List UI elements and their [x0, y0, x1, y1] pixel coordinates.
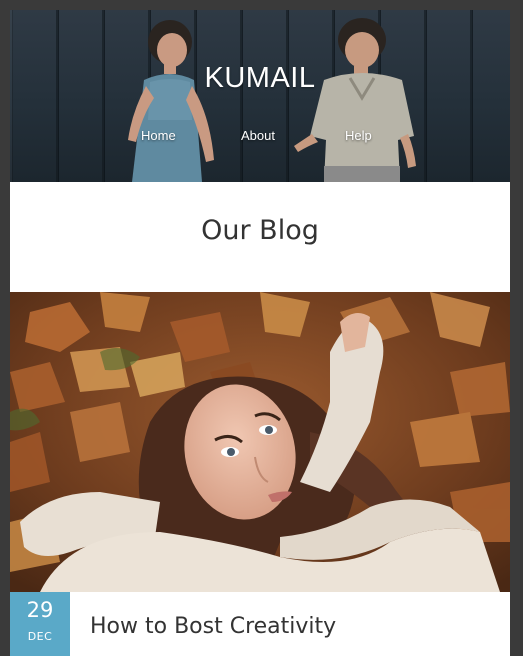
post-date-day: 29 — [26, 598, 54, 622]
page-frame: KUMAIL Home About Help Our Blog 29 DEC H… — [10, 10, 510, 656]
post-meta: 29 DEC How to Bost Creativity — [10, 592, 510, 656]
hero-girl-figure — [128, 20, 214, 182]
wood-plank — [286, 10, 289, 182]
hero-boy-figure — [294, 18, 416, 182]
post-date-badge: 29 DEC — [10, 592, 70, 656]
post-date-month: DEC — [27, 630, 53, 643]
post-featured-image[interactable] — [10, 292, 510, 592]
site-brand[interactable]: KUMAIL — [10, 62, 510, 95]
post-title[interactable]: How to Bost Creativity — [90, 614, 336, 639]
blog-header: Our Blog — [10, 182, 510, 292]
blog-post: 29 DEC How to Bost Creativity — [10, 292, 510, 656]
page-title: Our Blog — [201, 215, 319, 246]
wood-plank — [240, 10, 243, 182]
wood-plank — [56, 10, 59, 182]
nav-item-help[interactable]: Help — [345, 128, 372, 143]
nav-item-about[interactable]: About — [241, 128, 275, 143]
nav-item-home[interactable]: Home — [141, 128, 176, 143]
main-nav: Home About Help — [10, 128, 510, 148]
wood-plank — [470, 10, 473, 182]
wood-plank — [102, 10, 105, 182]
hero-header: KUMAIL Home About Help — [10, 10, 510, 182]
post-image-illustration — [10, 292, 510, 592]
